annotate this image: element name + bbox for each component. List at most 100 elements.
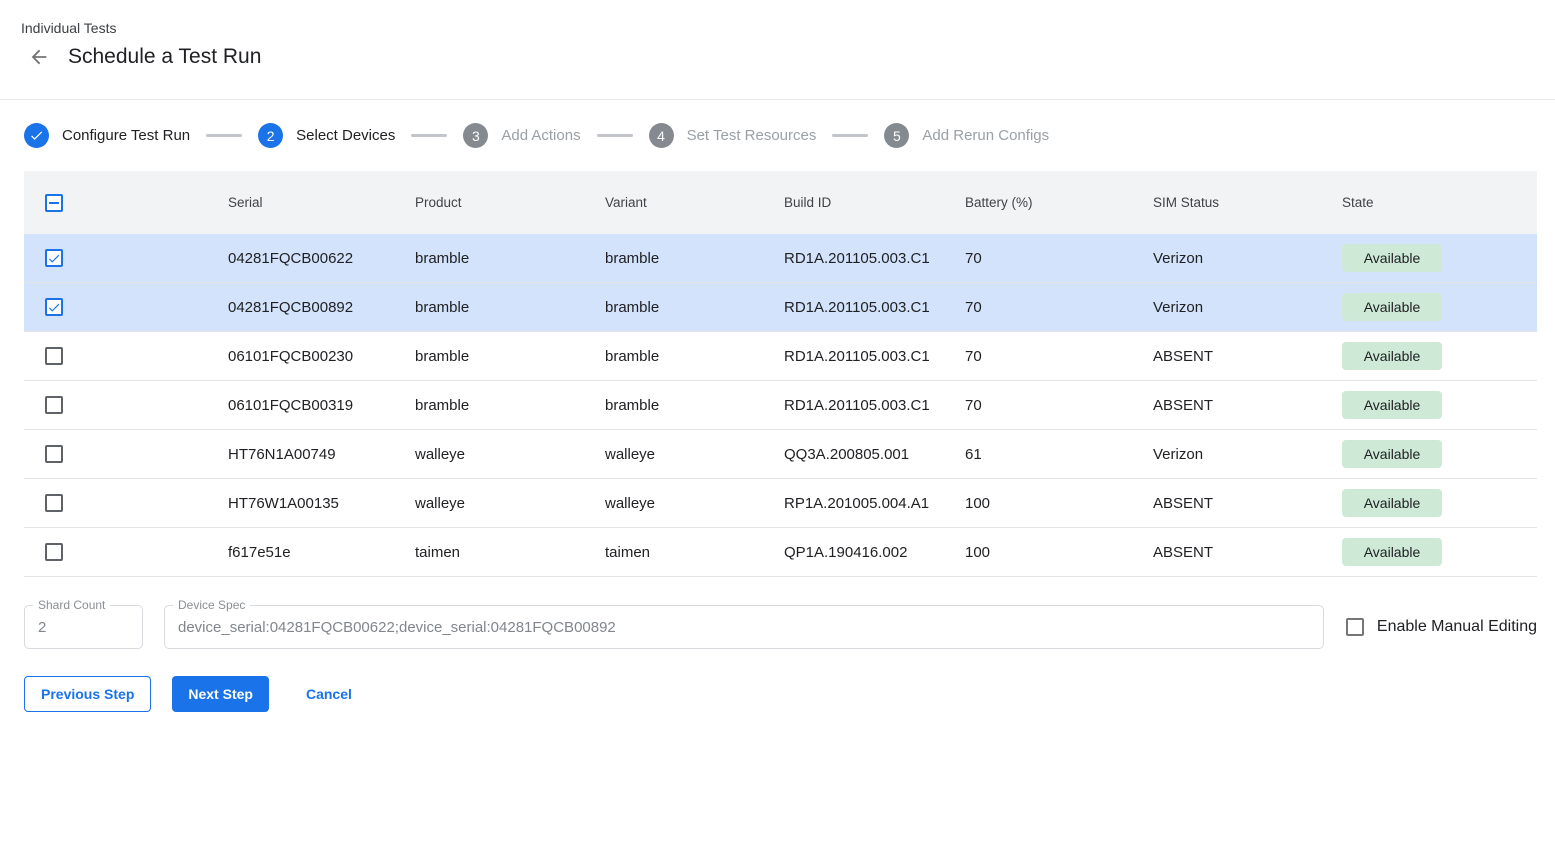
device-row[interactable]: HT76W1A00135 walleye walleye RP1A.201005… — [24, 479, 1537, 528]
device-battery: 70 — [941, 348, 1129, 365]
device-serial: 04281FQCB00622 — [204, 250, 391, 267]
step-connector — [597, 134, 633, 137]
device-state-cell: Available — [1318, 244, 1537, 272]
device-build-id: RD1A.201105.003.C1 — [760, 348, 941, 365]
device-sim-status: ABSENT — [1129, 348, 1318, 365]
device-product: bramble — [391, 348, 581, 365]
cancel-button[interactable]: Cancel — [290, 676, 368, 712]
device-row[interactable]: f617e51e taimen taimen QP1A.190416.002 1… — [24, 528, 1537, 577]
device-spec-label: Device Spec — [173, 598, 250, 612]
device-spec-form: Shard Count 2 Device Spec device_serial:… — [24, 605, 1537, 649]
device-variant: bramble — [581, 348, 760, 365]
step-3-pending[interactable]: 3Add Actions — [463, 123, 580, 148]
row-checkbox[interactable] — [45, 396, 63, 414]
device-build-id: RD1A.201105.003.C1 — [760, 250, 941, 267]
device-variant: bramble — [581, 299, 760, 316]
row-checkbox-cell — [24, 543, 204, 561]
device-battery: 100 — [941, 495, 1129, 512]
enable-manual-editing-label: Enable Manual Editing — [1377, 618, 1537, 636]
step-number: 2 — [258, 123, 283, 148]
title-row: Schedule a Test Run — [21, 45, 1555, 69]
shard-count-value: 2 — [25, 619, 59, 636]
device-state-cell: Available — [1318, 293, 1537, 321]
device-sim-status: Verizon — [1129, 250, 1318, 267]
step-connector — [206, 134, 242, 137]
row-checkbox[interactable] — [45, 347, 63, 365]
device-build-id: RD1A.201105.003.C1 — [760, 397, 941, 414]
row-checkbox[interactable] — [45, 298, 63, 316]
step-connector — [832, 134, 868, 137]
device-variant: bramble — [581, 250, 760, 267]
state-badge: Available — [1342, 342, 1442, 370]
device-serial: HT76W1A00135 — [204, 495, 391, 512]
device-variant: walleye — [581, 446, 760, 463]
row-checkbox[interactable] — [45, 543, 63, 561]
state-badge: Available — [1342, 489, 1442, 517]
step-4-pending[interactable]: 4Set Test Resources — [649, 123, 817, 148]
step-2-active[interactable]: 2 Select Devices — [258, 123, 395, 148]
shard-count-field[interactable]: Shard Count 2 — [24, 605, 143, 649]
indeterminate-dash-icon — [49, 202, 59, 204]
stepper: Configure Test Run 2 Select Devices 3Add Ac… — [0, 100, 1555, 148]
device-build-id: RD1A.201105.003.C1 — [760, 299, 941, 316]
enable-manual-editing[interactable]: Enable Manual Editing — [1346, 618, 1537, 636]
previous-step-button[interactable]: Previous Step — [24, 676, 151, 712]
row-checkbox-cell — [24, 445, 204, 463]
step-connector — [411, 134, 447, 137]
device-sim-status: ABSENT — [1129, 397, 1318, 414]
device-table-header: Serial Product Variant Build ID Battery … — [24, 171, 1537, 234]
device-variant: taimen — [581, 544, 760, 561]
device-state-cell: Available — [1318, 342, 1537, 370]
device-state-cell: Available — [1318, 440, 1537, 468]
step-5-pending[interactable]: 5 Add Rerun Configs — [884, 123, 1049, 148]
row-checkbox[interactable] — [45, 249, 63, 267]
device-serial: 04281FQCB00892 — [204, 299, 391, 316]
state-badge: Available — [1342, 391, 1442, 419]
column-header-product: Product — [391, 195, 581, 210]
state-badge: Available — [1342, 293, 1442, 321]
checkmark-icon — [47, 251, 61, 266]
column-header-sim-status: SIM Status — [1129, 195, 1318, 210]
page-title: Schedule a Test Run — [68, 45, 261, 69]
column-header-battery: Battery (%) — [941, 195, 1129, 210]
step-number: 5 — [884, 123, 909, 148]
step-label: Set Test Resources — [687, 127, 817, 144]
device-serial: HT76N1A00749 — [204, 446, 391, 463]
state-badge: Available — [1342, 440, 1442, 468]
device-row[interactable]: HT76N1A00749 walleye walleye QQ3A.200805… — [24, 430, 1537, 479]
device-variant: bramble — [581, 397, 760, 414]
next-step-button[interactable]: Next Step — [172, 676, 269, 712]
device-state-cell: Available — [1318, 538, 1537, 566]
step-check-icon — [24, 123, 49, 148]
device-serial: f617e51e — [204, 544, 391, 561]
device-row[interactable]: 06101FQCB00319 bramble bramble RD1A.2011… — [24, 381, 1537, 430]
step-label: Add Actions — [501, 127, 580, 144]
state-badge: Available — [1342, 244, 1442, 272]
back-arrow-icon[interactable] — [27, 45, 51, 69]
device-spec-field[interactable]: Device Spec device_serial:04281FQCB00622… — [164, 605, 1324, 649]
row-checkbox[interactable] — [45, 494, 63, 512]
row-checkbox-cell — [24, 494, 204, 512]
device-sim-status: Verizon — [1129, 299, 1318, 316]
column-header-serial: Serial — [204, 195, 391, 210]
row-checkbox[interactable] — [45, 445, 63, 463]
row-checkbox-cell — [24, 396, 204, 414]
step-label: Select Devices — [296, 127, 395, 144]
step-label: Add Rerun Configs — [922, 127, 1049, 144]
select-all-cell — [24, 194, 204, 212]
device-product: taimen — [391, 544, 581, 561]
device-row[interactable]: 04281FQCB00622 bramble bramble RD1A.2011… — [24, 234, 1537, 283]
device-row[interactable]: 06101FQCB00230 bramble bramble RD1A.2011… — [24, 332, 1537, 381]
enable-manual-editing-checkbox[interactable] — [1346, 618, 1364, 636]
schedule-test-run-page: Individual Tests Schedule a Test Run Con… — [0, 0, 1555, 712]
device-build-id: QQ3A.200805.001 — [760, 446, 941, 463]
device-product: bramble — [391, 397, 581, 414]
device-battery: 70 — [941, 250, 1129, 267]
device-variant: walleye — [581, 495, 760, 512]
device-build-id: QP1A.190416.002 — [760, 544, 941, 561]
select-all-checkbox[interactable] — [45, 194, 63, 212]
row-checkbox-cell — [24, 347, 204, 365]
device-row[interactable]: 04281FQCB00892 bramble bramble RD1A.2011… — [24, 283, 1537, 332]
step-label: Configure Test Run — [62, 127, 190, 144]
step-1-completed[interactable]: Configure Test Run — [24, 123, 190, 148]
